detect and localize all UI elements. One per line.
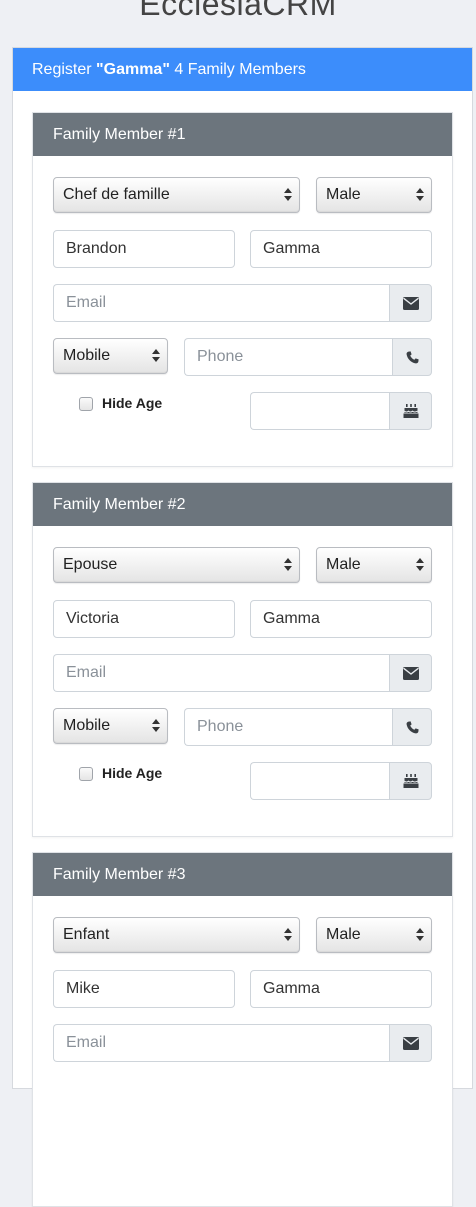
role-select[interactable]: Enfant <box>53 917 300 953</box>
email-input[interactable]: Email <box>53 1024 389 1062</box>
family-member-card-3: Family Member #3 Enfant Male Mike Gamma … <box>32 852 453 1207</box>
register-suffix: 4 Family Members <box>169 61 306 78</box>
hide-age-checkbox[interactable] <box>79 767 93 781</box>
family-member-title: Family Member #2 <box>33 483 452 526</box>
register-prefix: Register <box>32 61 97 78</box>
gender-select-value: Male <box>326 186 361 203</box>
hide-age-checkbox[interactable] <box>79 397 93 411</box>
role-select[interactable]: Epouse <box>53 547 300 583</box>
last-name-input[interactable]: Gamma <box>250 600 432 638</box>
phone-type-value: Mobile <box>63 717 111 734</box>
birthday-addon <box>389 762 432 800</box>
email-addon <box>389 284 432 322</box>
phone-input[interactable]: Phone <box>184 708 392 746</box>
first-name-input[interactable]: Brandon <box>53 230 235 268</box>
first-name-input[interactable]: Mike <box>53 970 235 1008</box>
hide-age-label: Hide Age <box>102 395 163 411</box>
email-addon <box>389 1024 432 1062</box>
role-select-value: Enfant <box>63 926 110 943</box>
select-arrows-icon <box>416 187 424 203</box>
phone-type-select[interactable]: Mobile <box>53 708 168 744</box>
phone-type-value: Mobile <box>63 347 111 364</box>
phone-addon <box>392 708 432 746</box>
last-name-input[interactable]: Gamma <box>250 970 432 1008</box>
select-arrows-icon <box>152 348 160 364</box>
select-arrows-icon <box>416 557 424 573</box>
email-addon <box>389 654 432 692</box>
last-name-input[interactable]: Gamma <box>250 230 432 268</box>
role-select-value: Epouse <box>63 556 118 573</box>
register-family-box: Register "Gamma" 4 Family Members Family… <box>12 47 473 1207</box>
role-select[interactable]: Chef de famille <box>53 177 300 213</box>
family-member-card-1: Family Member #1 Chef de famille Male Br… <box>32 112 453 467</box>
family-member-card-2: Family Member #2 Epouse Male Victoria Ga… <box>32 482 453 837</box>
logo-suffix: CRM <box>262 0 337 22</box>
phone-icon <box>406 351 419 364</box>
gender-select[interactable]: Male <box>316 547 432 583</box>
family-member-title: Family Member #3 <box>33 853 452 896</box>
select-arrows-icon <box>284 927 292 943</box>
envelope-icon <box>403 667 419 680</box>
select-arrows-icon <box>284 557 292 573</box>
envelope-icon <box>403 1037 419 1050</box>
register-family-name: "Gamma" <box>96 61 170 78</box>
email-input[interactable]: Email <box>53 654 389 692</box>
gender-select[interactable]: Male <box>316 917 432 953</box>
birthday-addon <box>389 392 432 430</box>
gender-select-value: Male <box>326 556 361 573</box>
birthday-input[interactable] <box>250 762 389 800</box>
gender-select-value: Male <box>326 926 361 943</box>
select-arrows-icon <box>416 927 424 943</box>
phone-addon <box>392 338 432 376</box>
register-header: Register "Gamma" 4 Family Members <box>13 48 472 91</box>
role-select-value: Chef de famille <box>63 186 170 203</box>
email-input[interactable]: Email <box>53 284 389 322</box>
birthday-input[interactable] <box>250 392 389 430</box>
first-name-input[interactable]: Victoria <box>53 600 235 638</box>
family-member-title: Family Member #1 <box>33 113 452 156</box>
birthday-cake-icon <box>403 404 419 418</box>
logo-main: Ecclesia <box>139 0 263 22</box>
gender-select[interactable]: Male <box>316 177 432 213</box>
hide-age-label: Hide Age <box>102 765 163 781</box>
phone-icon <box>406 721 419 734</box>
app-logo: EcclesiaCRM <box>0 0 476 23</box>
select-arrows-icon <box>152 718 160 734</box>
phone-input[interactable]: Phone <box>184 338 392 376</box>
select-arrows-icon <box>284 187 292 203</box>
envelope-icon <box>403 297 419 310</box>
birthday-cake-icon <box>403 774 419 788</box>
phone-type-select[interactable]: Mobile <box>53 338 168 374</box>
